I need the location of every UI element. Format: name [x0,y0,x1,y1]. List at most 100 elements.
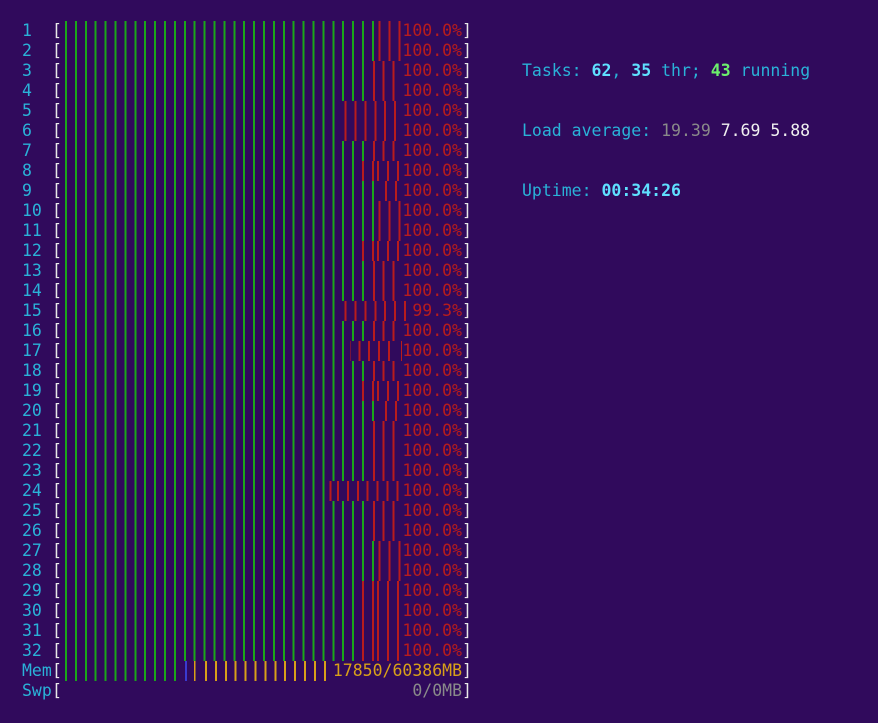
mem-bar-buffers-segment [182,661,194,681]
bracket-close: ] [462,641,472,660]
bracket-close: ] [462,481,472,500]
cpu-bar-normal-segment [62,481,326,501]
cpu-bar-normal-segment [62,101,342,121]
load-average-line: Load average: 19.39 7.69 5.88 [522,121,810,141]
mem-usage-bar: 17850/60386MB [62,661,462,681]
bracket-open: [ [52,541,62,560]
cpu-label: 27 [22,541,42,560]
cpu-usage-bar: 100.0% [62,421,462,441]
cpu-usage-bar: 100.0% [62,41,462,61]
cpu-label: 24 [22,481,42,500]
cpu-bar-normal-segment [62,381,358,401]
bracket-open: [ [52,81,62,100]
cpu-bar-normal-segment [62,161,358,181]
cpu-bar-normal-segment [62,181,382,201]
cpu-usage-bar: 100.0% [62,201,462,221]
cpu-bar-normal-segment [62,461,366,481]
cpu-label: 2 [22,41,32,60]
cpu-bar-normal-segment [62,501,366,521]
bracket-close: ] [462,521,472,540]
tasks-count: 62 [591,61,612,80]
swap-label: Swp [22,681,52,700]
bracket-open: [ [52,421,62,440]
cpu-percent-value: 100.0% [402,641,462,661]
cpu-percent-value: 100.0% [402,561,462,581]
cpu-bar-normal-segment [62,441,366,461]
bracket-open: [ [52,261,62,280]
system-summary: Tasks: 62, 35 thr; 43 running Load avera… [522,21,810,241]
cpu-percent-value: 100.0% [402,121,462,141]
cpu-bar-normal-segment [62,261,366,281]
bracket-open: [ [52,41,62,60]
cpu-label: 4 [22,81,32,100]
cpu-label: 22 [22,441,42,460]
bracket-open: [ [52,441,62,460]
load-average-label: Load average: [522,121,652,140]
cpu-bar-normal-segment [62,201,374,221]
cpu-usage-bar: 100.0% [62,501,462,521]
cpu-bar-normal-segment [62,41,374,61]
uptime-label: Uptime: [522,181,592,200]
cpu-percent-value: 100.0% [402,241,462,261]
cpu-bar-normal-segment [62,341,350,361]
bracket-close: ] [462,201,472,220]
cpu-bar-normal-segment [62,581,358,601]
bracket-close: ] [462,321,472,340]
cpu-percent-value: 100.0% [402,521,462,541]
bracket-close: ] [462,81,472,100]
uptime-value: 00:34:26 [601,181,681,200]
htop-terminal: 1 [100.0%] 2 [100.0%] 3 [100.0%] 4 [100.0%] 5 [10… [0,0,878,723]
cpu-percent-value: 100.0% [402,21,462,41]
cpu-usage-bar: 100.0% [62,241,462,261]
bracket-open: [ [52,301,62,320]
cpu-percent-value: 100.0% [402,141,462,161]
bracket-close: ] [462,421,472,440]
cpu-bar-normal-segment [62,141,366,161]
bracket-close: ] [462,121,472,140]
bracket-close: ] [462,141,472,160]
cpu-percent-value: 100.0% [402,381,462,401]
cpu-label: 16 [22,321,42,340]
bracket-open: [ [52,101,62,120]
bracket-close: ] [462,441,472,460]
cpu-label: 18 [22,361,42,380]
cpu-bar-normal-segment [62,281,366,301]
cpu-usage-bar: 100.0% [62,601,462,621]
cpu-usage-bar: 100.0% [62,181,462,201]
bracket-close: ] [462,661,472,680]
swap-usage-bar: 0/0MB [62,681,462,701]
bracket-open: [ [52,61,62,80]
bracket-open: [ [52,21,62,40]
bracket-close: ] [462,501,472,520]
cpu-percent-value: 100.0% [402,61,462,81]
cpu-bar-normal-segment [62,301,342,321]
bracket-close: ] [462,281,472,300]
cpu-bar-normal-segment [62,321,366,341]
cpu-label: 3 [22,61,32,80]
cpu-usage-bar: 100.0% [62,381,462,401]
threads-label: thr; [661,61,701,80]
cpu-usage-bar: 100.0% [62,641,462,661]
bracket-open: [ [52,241,62,260]
cpu-bar-normal-segment [62,541,374,561]
bracket-close: ] [462,561,472,580]
cpu-percent-value: 100.0% [402,101,462,121]
bracket-close: ] [462,241,472,260]
cpu-usage-bar: 100.0% [62,221,462,241]
cpu-label: 29 [22,581,42,600]
cpu-percent-value: 100.0% [402,341,462,361]
bracket-close: ] [462,621,472,640]
bracket-close: ] [462,21,472,40]
cpu-label: 11 [22,221,42,240]
cpu-usage-bar: 100.0% [62,461,462,481]
bracket-open: [ [52,621,62,640]
cpu-bar-normal-segment [62,61,366,81]
cpu-percent-value: 100.0% [402,441,462,461]
cpu-bar-normal-segment [62,601,358,621]
cpu-usage-bar: 100.0% [62,441,462,461]
cpu-label: 1 [22,21,32,40]
cpu-bar-normal-segment [62,621,358,641]
bracket-open: [ [52,601,62,620]
cpu-label: 28 [22,561,42,580]
bracket-open: [ [52,141,62,160]
